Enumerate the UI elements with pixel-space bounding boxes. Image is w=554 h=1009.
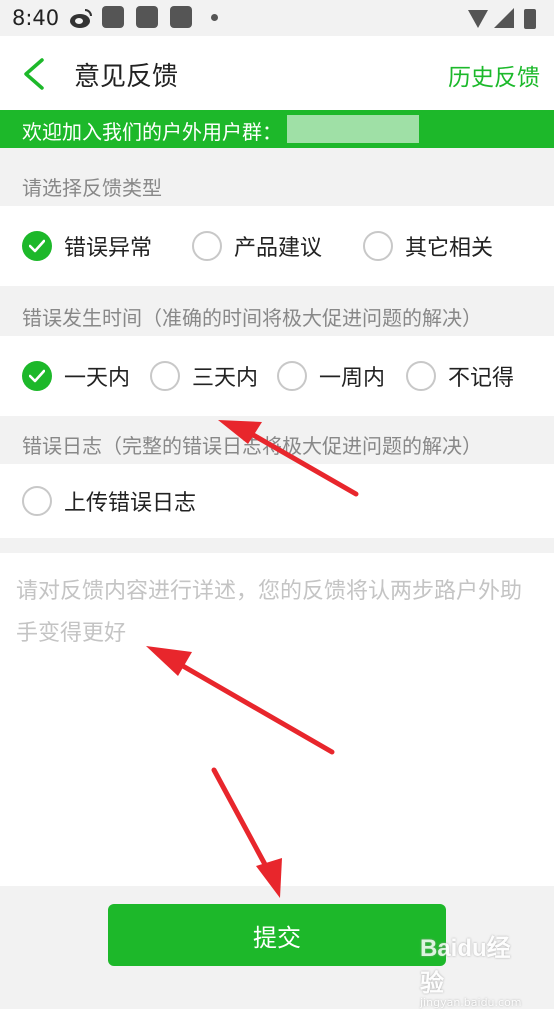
radio-unchecked-icon[interactable] bbox=[22, 486, 52, 516]
system-status-icons bbox=[468, 8, 536, 29]
battery-icon bbox=[524, 9, 536, 29]
history-feedback-link[interactable]: 历史反馈 bbox=[448, 58, 540, 92]
watermark-sub: jingyan.baidu.com bbox=[420, 996, 522, 1009]
chevron-left-icon[interactable] bbox=[18, 56, 48, 92]
error-time-options: 一天内 三天内 一周内 不记得 bbox=[0, 336, 554, 416]
notification-icon bbox=[136, 6, 158, 28]
radio-unchecked-icon[interactable] bbox=[277, 361, 307, 391]
option-one-week[interactable]: 一周内 bbox=[277, 336, 385, 416]
option-three-days[interactable]: 三天内 bbox=[150, 336, 258, 416]
option-suggestion[interactable]: 产品建议 bbox=[192, 206, 322, 286]
error-log-row: 上传错误日志 bbox=[0, 464, 554, 538]
error-time-label: 错误发生时间（准确的时间将极大促进问题的解决） bbox=[22, 306, 482, 330]
feedback-type-options: 错误异常 产品建议 其它相关 bbox=[0, 206, 554, 286]
baidu-watermark: Baidu经验 jingyan.baidu.com bbox=[420, 928, 530, 1009]
page-title: 意见反馈 bbox=[74, 62, 179, 92]
radio-unchecked-icon[interactable] bbox=[192, 231, 222, 261]
option-label: 产品建议 bbox=[234, 236, 323, 261]
option-label: 其它相关 bbox=[405, 236, 494, 261]
feedback-type-label: 请选择反馈类型 bbox=[22, 176, 162, 200]
weibo-icon bbox=[70, 9, 92, 28]
option-label: 一周内 bbox=[319, 366, 386, 391]
details-placeholder: 请对反馈内容进行详述，您的反馈将认两步路户外助手变得更好 bbox=[16, 579, 523, 646]
upload-error-log-option[interactable]: 上传错误日志 bbox=[22, 464, 196, 538]
submit-button[interactable]: 提交 bbox=[108, 904, 446, 966]
redacted-group-number bbox=[287, 115, 419, 143]
notification-icon bbox=[170, 6, 192, 28]
banner-text: 欢迎加入我们的户外用户群： bbox=[22, 120, 282, 144]
option-other[interactable]: 其它相关 bbox=[363, 206, 493, 286]
option-dont-remember[interactable]: 不记得 bbox=[406, 336, 514, 416]
group-banner: 欢迎加入我们的户外用户群： bbox=[0, 110, 554, 148]
error-log-label: 错误日志（完整的错误日志将极大促进问题的解决） bbox=[22, 434, 482, 458]
radio-unchecked-icon[interactable] bbox=[406, 361, 436, 391]
option-error[interactable]: 错误异常 bbox=[22, 206, 152, 286]
more-notifications-icon bbox=[211, 14, 218, 21]
option-one-day[interactable]: 一天内 bbox=[22, 336, 130, 416]
radio-checked-icon[interactable] bbox=[22, 361, 52, 391]
status-bar: 8:40 bbox=[0, 0, 554, 36]
notification-icon bbox=[102, 6, 124, 28]
watermark-main: Baidu经验 bbox=[420, 935, 511, 997]
option-label: 三天内 bbox=[192, 366, 259, 391]
option-label: 上传错误日志 bbox=[64, 491, 197, 516]
option-label: 不记得 bbox=[448, 366, 515, 391]
app-header: 意见反馈 历史反馈 bbox=[0, 36, 554, 110]
wifi-icon bbox=[468, 10, 488, 28]
signal-icon bbox=[494, 8, 514, 28]
option-label: 错误异常 bbox=[64, 236, 153, 261]
radio-unchecked-icon[interactable] bbox=[363, 231, 393, 261]
option-label: 一天内 bbox=[64, 366, 131, 391]
radio-unchecked-icon[interactable] bbox=[150, 361, 180, 391]
status-time: 8:40 bbox=[12, 6, 60, 30]
radio-checked-icon[interactable] bbox=[22, 231, 52, 261]
feedback-details-input[interactable]: 请对反馈内容进行详述，您的反馈将认两步路户外助手变得更好 bbox=[0, 553, 554, 886]
